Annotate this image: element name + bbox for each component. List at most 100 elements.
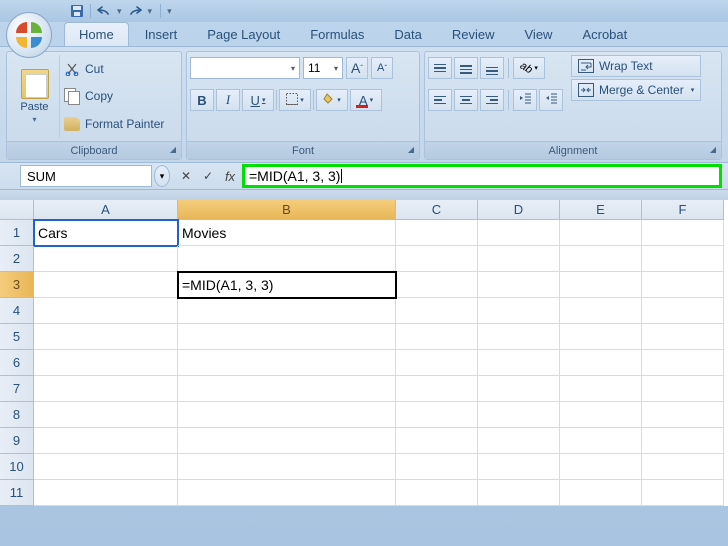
cell-a7[interactable]: [34, 376, 178, 402]
name-box[interactable]: SUM: [20, 165, 152, 187]
copy-button[interactable]: Copy: [64, 85, 178, 107]
cell-d9[interactable]: [478, 428, 560, 454]
increase-indent-button[interactable]: [539, 89, 563, 111]
tab-formulas[interactable]: Formulas: [296, 23, 378, 46]
cell-c3[interactable]: [396, 272, 478, 298]
cell-a11[interactable]: [34, 480, 178, 506]
name-box-dropdown[interactable]: ▾: [154, 165, 170, 187]
cancel-formula-button[interactable]: ✕: [176, 166, 196, 186]
cell-a9[interactable]: [34, 428, 178, 454]
row-header-9[interactable]: 9: [0, 428, 34, 454]
font-size-selector[interactable]: 11 ▾: [303, 57, 343, 79]
row-header-3[interactable]: 3: [0, 272, 34, 298]
font-name-selector[interactable]: ▾: [190, 57, 300, 79]
column-header-d[interactable]: D: [478, 200, 560, 220]
cell-d6[interactable]: [478, 350, 560, 376]
cell-c1[interactable]: [396, 220, 478, 246]
cell-f4[interactable]: [642, 298, 724, 324]
column-header-a[interactable]: A: [34, 200, 178, 220]
cell-f9[interactable]: [642, 428, 724, 454]
cell-f5[interactable]: [642, 324, 724, 350]
cell-c9[interactable]: [396, 428, 478, 454]
formula-bar-input[interactable]: =MID(A1, 3, 3): [245, 167, 719, 185]
cell-e4[interactable]: [560, 298, 642, 324]
cell-f2[interactable]: [642, 246, 724, 272]
row-header-11[interactable]: 11: [0, 480, 34, 506]
cell-b1[interactable]: Movies: [178, 220, 396, 246]
cell-f7[interactable]: [642, 376, 724, 402]
cell-c10[interactable]: [396, 454, 478, 480]
cell-f10[interactable]: [642, 454, 724, 480]
cell-b2[interactable]: [178, 246, 396, 272]
cell-a3[interactable]: [34, 272, 178, 298]
cell-e1[interactable]: [560, 220, 642, 246]
cell-b8[interactable]: [178, 402, 396, 428]
tab-view[interactable]: View: [511, 23, 567, 46]
clipboard-launcher-icon[interactable]: ◢: [167, 145, 179, 157]
row-header-7[interactable]: 7: [0, 376, 34, 402]
cell-e6[interactable]: [560, 350, 642, 376]
undo-dropdown[interactable]: ▾: [117, 6, 122, 17]
alignment-launcher-icon[interactable]: ◢: [707, 145, 719, 157]
column-header-c[interactable]: C: [396, 200, 478, 220]
cell-e8[interactable]: [560, 402, 642, 428]
fill-color-button[interactable]: ▾: [316, 89, 348, 111]
cell-c4[interactable]: [396, 298, 478, 324]
cell-a10[interactable]: [34, 454, 178, 480]
grow-font-button[interactable]: Aˆ: [346, 57, 368, 79]
align-right-button[interactable]: [480, 89, 504, 111]
cell-d11[interactable]: [478, 480, 560, 506]
cell-f3[interactable]: [642, 272, 724, 298]
cell-b11[interactable]: [178, 480, 396, 506]
cell-d5[interactable]: [478, 324, 560, 350]
cell-d1[interactable]: [478, 220, 560, 246]
cell-e7[interactable]: [560, 376, 642, 402]
tab-insert[interactable]: Insert: [131, 23, 192, 46]
border-button[interactable]: ▾: [279, 89, 311, 111]
row-header-4[interactable]: 4: [0, 298, 34, 324]
select-all-corner[interactable]: [0, 200, 34, 220]
cell-d10[interactable]: [478, 454, 560, 480]
cell-e3[interactable]: [560, 272, 642, 298]
tab-review[interactable]: Review: [438, 23, 509, 46]
underline-button[interactable]: U▾: [242, 89, 274, 111]
cell-c2[interactable]: [396, 246, 478, 272]
cell-e5[interactable]: [560, 324, 642, 350]
column-header-f[interactable]: F: [642, 200, 724, 220]
cell-a1[interactable]: Cars: [34, 220, 178, 246]
cell-e2[interactable]: [560, 246, 642, 272]
save-button[interactable]: [68, 3, 86, 19]
orientation-button[interactable]: ab ▾: [513, 57, 545, 79]
cell-b6[interactable]: [178, 350, 396, 376]
align-middle-button[interactable]: [454, 57, 478, 79]
merge-center-button[interactable]: Merge & Center ▾: [571, 79, 701, 101]
cell-f1[interactable]: [642, 220, 724, 246]
redo-button[interactable]: [126, 3, 144, 19]
column-header-b[interactable]: B: [178, 200, 396, 220]
column-header-e[interactable]: E: [560, 200, 642, 220]
cell-b10[interactable]: [178, 454, 396, 480]
cell-e11[interactable]: [560, 480, 642, 506]
tab-page-layout[interactable]: Page Layout: [193, 23, 294, 46]
insert-function-button[interactable]: fx: [220, 166, 240, 186]
font-color-button[interactable]: A ▾: [350, 89, 382, 111]
decrease-indent-button[interactable]: [513, 89, 537, 111]
cell-b9[interactable]: [178, 428, 396, 454]
align-top-button[interactable]: [428, 57, 452, 79]
cell-b5[interactable]: [178, 324, 396, 350]
cell-e10[interactable]: [560, 454, 642, 480]
cell-a6[interactable]: [34, 350, 178, 376]
cell-c11[interactable]: [396, 480, 478, 506]
cell-f6[interactable]: [642, 350, 724, 376]
format-painter-button[interactable]: Format Painter: [64, 113, 178, 135]
row-header-5[interactable]: 5: [0, 324, 34, 350]
cell-e9[interactable]: [560, 428, 642, 454]
align-left-button[interactable]: [428, 89, 452, 111]
cell-f8[interactable]: [642, 402, 724, 428]
align-center-button[interactable]: [454, 89, 478, 111]
cell-a2[interactable]: [34, 246, 178, 272]
align-bottom-button[interactable]: [480, 57, 504, 79]
cell-d2[interactable]: [478, 246, 560, 272]
redo-dropdown[interactable]: ▾: [148, 6, 153, 17]
qat-customize[interactable]: ▾: [167, 6, 172, 17]
